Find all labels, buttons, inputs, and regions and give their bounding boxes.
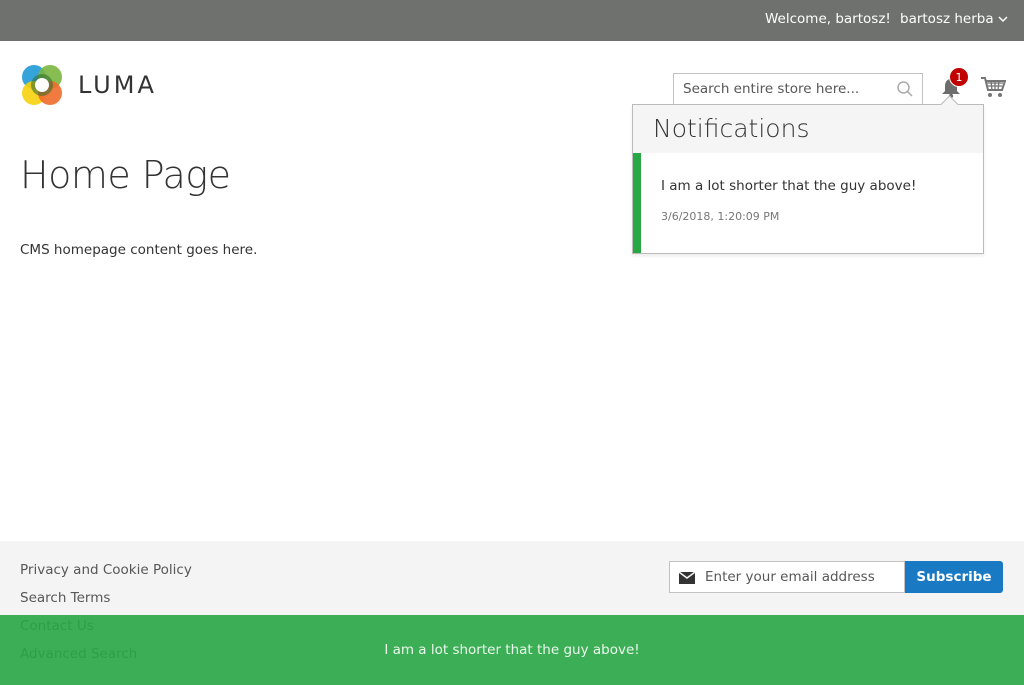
cart-icon[interactable] (980, 75, 1006, 99)
newsletter-email-input[interactable] (705, 562, 905, 592)
newsletter-form: Subscribe (669, 561, 1003, 593)
footer-link-search-terms[interactable]: Search Terms (20, 590, 110, 606)
notifications-dropdown: Notifications I am a lot shorter that th… (632, 104, 984, 254)
subscribe-button[interactable]: Subscribe (905, 561, 1003, 593)
chevron-down-icon (998, 16, 1008, 23)
search-box (673, 73, 923, 105)
notification-toast[interactable]: I am a lot shorter that the guy above! (0, 615, 1024, 685)
welcome-message: Welcome, bartosz! (765, 11, 891, 27)
luma-logo-icon (22, 65, 62, 105)
notification-timestamp: 3/6/2018, 1:20:09 PM (661, 210, 780, 223)
notification-count-badge: 1 (949, 67, 969, 87)
cms-content: CMS homepage content goes here. (20, 242, 258, 258)
logo-text: LUMA (78, 71, 157, 99)
newsletter-field (669, 561, 905, 593)
customer-name: bartosz herba (900, 11, 994, 27)
notifications-title: Notifications (653, 114, 810, 143)
page-title: Home Page (20, 153, 231, 197)
panel-header: Welcome, bartosz! bartosz herba (0, 0, 1024, 41)
search-icon[interactable] (896, 80, 914, 98)
customer-menu-toggle[interactable]: bartosz herba (900, 11, 1009, 27)
envelope-icon (679, 572, 695, 584)
notification-item[interactable]: I am a lot shorter that the guy above! 3… (633, 153, 983, 253)
search-input[interactable] (674, 74, 889, 104)
footer-link-privacy[interactable]: Privacy and Cookie Policy (20, 562, 192, 578)
notification-message: I am a lot shorter that the guy above! (661, 178, 917, 194)
logo-link[interactable]: LUMA (20, 63, 157, 107)
toast-message: I am a lot shorter that the guy above! (384, 642, 640, 658)
notifications-header: Notifications (633, 105, 983, 153)
